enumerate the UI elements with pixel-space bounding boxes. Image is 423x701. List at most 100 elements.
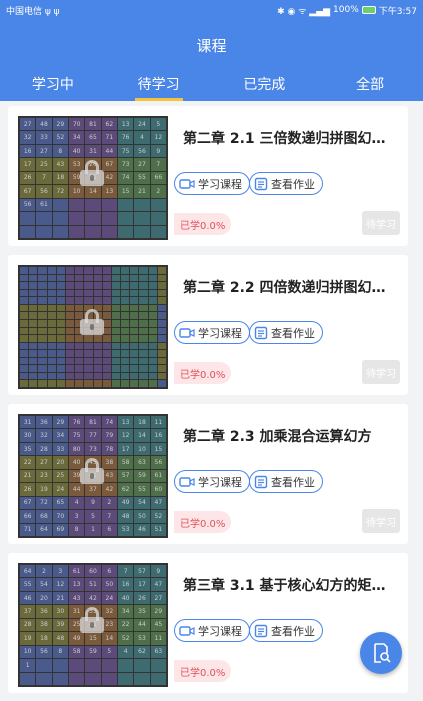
grid-cell <box>75 282 84 289</box>
grid-cell: 5 <box>85 510 101 523</box>
tab-completed[interactable]: 已完成 <box>212 74 318 101</box>
floating-search-button[interactable] <box>360 632 402 674</box>
grid-cell: 53 <box>117 523 134 536</box>
grid-cell <box>157 350 166 357</box>
grid-cell: 24 <box>52 483 68 496</box>
grid-cell <box>93 380 102 387</box>
grid-cell: 42 <box>101 483 117 496</box>
grid-cell: 49 <box>68 632 85 645</box>
grid-cell <box>38 274 47 282</box>
grid-cell <box>157 342 166 350</box>
course-card[interactable]: 27 48 29 70 81 62 13 24 5 32 33 52 34 65 71 76 4 12 16 27 8 4… <box>8 106 408 246</box>
grid-cell <box>68 198 85 212</box>
grid-cell <box>148 267 157 274</box>
grid-cell <box>130 304 139 312</box>
grid-cell <box>130 289 139 297</box>
grid-cell <box>134 212 150 225</box>
study-course-button[interactable]: 学习课程 <box>174 321 250 344</box>
tab-all[interactable]: 全部 <box>317 74 423 101</box>
view-homework-button[interactable]: 查看作业 <box>249 321 323 344</box>
grid-cell: 18 <box>36 632 52 645</box>
study-course-button[interactable]: 学习课程 <box>174 470 250 493</box>
grid-cell: 32 <box>20 131 36 144</box>
grid-cell <box>38 289 47 297</box>
study-course-button[interactable]: 学习课程 <box>174 619 250 642</box>
to-learn-button[interactable]: 待学习 <box>362 360 400 384</box>
course-card[interactable]: 第二章 2.2 四倍数递归拼图幻… 学习课程 查看作业 已学0.0% 待学习 <box>8 255 408 395</box>
grid-cell <box>47 297 56 304</box>
grid-cell <box>93 357 102 365</box>
grid-cell <box>139 312 148 319</box>
grid-cell <box>47 319 56 327</box>
grid-cell: 46 <box>20 591 36 605</box>
grid-cell <box>38 282 47 289</box>
grid-cell: 74 <box>117 171 134 185</box>
grid-cell <box>111 304 121 312</box>
grid-cell <box>148 342 157 350</box>
grid-cell: 80 <box>68 442 85 456</box>
grid-cell <box>111 297 121 304</box>
grid-cell: 30 <box>52 605 68 618</box>
grid-cell: 4 <box>134 131 150 144</box>
grid-cell: 13 <box>101 185 117 198</box>
grid-cell: 47 <box>150 496 166 510</box>
tab-to-learn[interactable]: 待学习 <box>106 74 212 101</box>
grid-cell: 35 <box>20 442 36 456</box>
progress-badge: 已学0.0% <box>174 511 232 533</box>
grid-cell <box>130 274 139 282</box>
grid-cell <box>38 380 47 387</box>
grid-cell <box>29 372 38 380</box>
grid-cell <box>111 312 121 319</box>
course-card[interactable]: 64 2 3 61 60 6 7 57 9 55 54 12 13 51 50 16 17 47 46 20 21 43 4… <box>8 553 408 693</box>
grid-cell <box>150 198 166 212</box>
to-learn-button[interactable]: 待学习 <box>362 211 400 235</box>
grid-cell: 2 <box>36 565 52 578</box>
clock: 下午3:57 <box>378 6 417 17</box>
grid-cell <box>139 274 148 282</box>
grid-cell <box>139 267 148 274</box>
grid-cell: 44 <box>68 483 85 496</box>
grid-cell <box>84 297 93 304</box>
search-document-icon <box>374 643 391 663</box>
grid-cell <box>56 335 65 342</box>
course-card[interactable]: 31 36 29 76 81 74 13 18 11 30 32 34 75 77 79 12 14 16 35 28… <box>8 404 408 544</box>
grid-cell <box>102 274 111 282</box>
grid-cell <box>117 198 134 212</box>
grid-cell: 39 <box>52 618 68 632</box>
homework-icon <box>254 177 268 190</box>
grid-cell: 18 <box>52 171 68 185</box>
grid-cell <box>101 659 117 672</box>
grid-cell <box>157 304 166 312</box>
grid-cell <box>56 304 65 312</box>
view-homework-button[interactable]: 查看作业 <box>249 172 323 195</box>
grid-cell <box>121 304 130 312</box>
grid-cell <box>29 350 38 357</box>
progress-badge: 已学0.0% <box>174 213 232 235</box>
grid-cell <box>65 267 75 274</box>
grid-cell: 31 <box>85 144 101 158</box>
grid-cell <box>20 274 29 282</box>
grid-cell <box>29 342 38 350</box>
to-learn-button[interactable]: 待学习 <box>362 509 400 533</box>
grid-cell: 10 <box>68 185 85 198</box>
tab-learning[interactable]: 学习中 <box>0 74 106 101</box>
grid-cell <box>102 289 111 297</box>
grid-cell <box>102 365 111 372</box>
grid-cell <box>139 289 148 297</box>
grid-cell <box>139 342 148 350</box>
view-homework-button[interactable]: 查看作业 <box>249 619 323 642</box>
study-course-button[interactable]: 学习课程 <box>174 172 250 195</box>
grid-cell <box>65 274 75 282</box>
grid-cell <box>139 365 148 372</box>
grid-cell <box>121 365 130 372</box>
view-homework-button[interactable]: 查看作业 <box>249 470 323 493</box>
grid-cell <box>75 357 84 365</box>
grid-cell <box>121 319 130 327</box>
grid-cell <box>93 372 102 380</box>
grid-cell <box>130 335 139 342</box>
grid-cell: 56 <box>36 185 52 198</box>
grid-cell <box>38 327 47 335</box>
grid-cell <box>148 297 157 304</box>
grid-cell <box>134 672 150 685</box>
grid-cell <box>20 267 29 274</box>
